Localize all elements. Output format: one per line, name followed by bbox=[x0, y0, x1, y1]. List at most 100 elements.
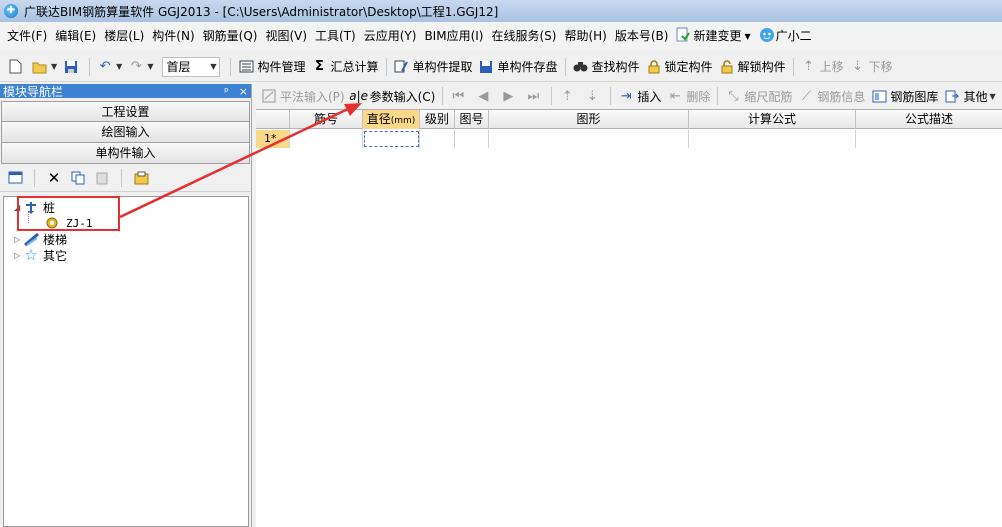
section-project-settings[interactable]: 工程设置 bbox=[1, 101, 250, 122]
menu-assistant[interactable]: 广小二 bbox=[756, 25, 815, 47]
summary-calc-button[interactable]: Σ 汇总计算 bbox=[308, 56, 381, 78]
col-header-figure-no[interactable]: 图号 bbox=[455, 110, 489, 129]
copy-icon[interactable] bbox=[69, 169, 87, 187]
nav-panel-controls: ᵖ × bbox=[224, 85, 248, 98]
move-up-button[interactable]: ⇡ 上移 bbox=[798, 56, 847, 78]
paste-icon[interactable] bbox=[93, 169, 111, 187]
arrow-down-icon: ⇣ bbox=[586, 88, 598, 104]
chevron-down-icon[interactable]: ▼ bbox=[51, 62, 57, 71]
cell-rebar-no[interactable] bbox=[290, 130, 363, 148]
row-down-button[interactable]: ⇣ bbox=[581, 85, 606, 107]
lock-component-button[interactable]: 锁定构件 bbox=[643, 56, 716, 78]
toolbar-divider bbox=[610, 87, 612, 105]
toolbar-divider bbox=[551, 87, 553, 105]
col-header-shape[interactable]: 图形 bbox=[489, 110, 689, 129]
menu-tools[interactable]: 工具(T) bbox=[312, 25, 359, 47]
close-icon[interactable]: × bbox=[239, 85, 248, 98]
menu-online-service[interactable]: 在线服务(S) bbox=[488, 25, 559, 47]
component-manage-icon bbox=[238, 59, 254, 75]
rebar-library-icon bbox=[871, 88, 887, 104]
prev-record-button[interactable]: ◀ bbox=[472, 85, 497, 107]
col-header-formula[interactable]: 计算公式 bbox=[689, 110, 856, 129]
open-file-button[interactable]: ▼ bbox=[29, 56, 60, 78]
expand-icon[interactable]: ▷ bbox=[14, 235, 23, 244]
cell-formula[interactable] bbox=[689, 130, 856, 148]
find-component-button[interactable]: 查找构件 bbox=[570, 56, 643, 78]
scale-rebar-button[interactable]: ⤡ 缩尺配筋 bbox=[722, 85, 795, 107]
menu-view[interactable]: 视图(V) bbox=[262, 25, 310, 47]
flat-input-button[interactable]: 平法输入(P) bbox=[258, 85, 348, 107]
toolbar-divider bbox=[564, 57, 566, 76]
row-header[interactable]: 1* bbox=[256, 130, 290, 148]
menu-file[interactable]: 文件(F) bbox=[4, 25, 50, 47]
arrow-up-icon: ⇡ bbox=[803, 59, 815, 74]
new-file-button[interactable] bbox=[4, 56, 29, 78]
menu-component[interactable]: 构件(N) bbox=[149, 25, 197, 47]
cell-figure-no[interactable] bbox=[455, 130, 489, 148]
folder-open-icon bbox=[32, 59, 48, 75]
menu-version[interactable]: 版本号(B) bbox=[612, 25, 672, 47]
move-down-label: 下移 bbox=[868, 60, 893, 74]
chevron-down-icon[interactable]: ▼ bbox=[147, 62, 153, 71]
menu-cloud[interactable]: 云应用(Y) bbox=[361, 25, 420, 47]
pin-icon[interactable]: ᵖ bbox=[224, 85, 229, 98]
section-drawing-input[interactable]: 绘图输入 bbox=[1, 122, 250, 143]
component-manage-button[interactable]: 构件管理 bbox=[235, 56, 308, 78]
single-save-label: 单构件存盘 bbox=[497, 60, 558, 74]
first-record-button[interactable]: ⏮ bbox=[447, 85, 472, 107]
delete-button[interactable]: ⇤ 删除 bbox=[664, 85, 713, 107]
delete-icon[interactable]: ✕ bbox=[45, 169, 63, 187]
section-single-component-input[interactable]: 单构件输入 bbox=[1, 143, 250, 164]
cell-shape[interactable] bbox=[489, 130, 689, 148]
col-header-grade[interactable]: 级别 bbox=[420, 110, 455, 129]
cell-diameter[interactable] bbox=[363, 130, 420, 148]
cell-formula-desc[interactable] bbox=[856, 130, 1002, 148]
menu-new-change[interactable]: 新建变更 ▼ bbox=[673, 25, 753, 47]
col-header-diameter[interactable]: 直径(mm) bbox=[363, 110, 420, 129]
redo-button[interactable]: ↷ ▼ bbox=[125, 56, 156, 78]
new-component-icon[interactable] bbox=[6, 169, 24, 187]
menu-help[interactable]: 帮助(H) bbox=[561, 25, 609, 47]
insert-button[interactable]: ⇥ 插入 bbox=[615, 85, 664, 107]
param-input-label: 参数输入(C) bbox=[369, 89, 436, 104]
tree-node-stairs[interactable]: ▷ 楼梯 bbox=[14, 231, 67, 247]
other-menu-button[interactable]: 其他 ▼ bbox=[941, 85, 998, 107]
nav-panel-title: 模块导航栏 bbox=[3, 84, 64, 99]
row-up-button[interactable]: ⇡ bbox=[556, 85, 581, 107]
menu-edit[interactable]: 编辑(E) bbox=[52, 25, 99, 47]
first-icon: ⏮ bbox=[452, 88, 465, 104]
chevron-down-icon: ▼ bbox=[989, 91, 996, 101]
expand-icon[interactable]: ▷ bbox=[14, 251, 23, 260]
rebar-info-button[interactable]: ⟋ 钢筋信息 bbox=[795, 85, 868, 107]
param-input-button[interactable]: a|e 参数输入(C) bbox=[348, 85, 439, 107]
next-record-button[interactable]: ▶ bbox=[497, 85, 522, 107]
chevron-down-icon[interactable]: ▼ bbox=[116, 62, 122, 71]
toolbar-divider bbox=[792, 57, 794, 76]
menu-bim[interactable]: BIM应用(I) bbox=[421, 25, 486, 47]
last-record-button[interactable]: ⏭ bbox=[522, 85, 547, 107]
annotation-highlight-box bbox=[17, 196, 120, 231]
floor-select[interactable]: 首层 ▼ bbox=[162, 56, 221, 77]
single-extract-button[interactable]: 单构件提取 bbox=[391, 56, 476, 78]
tree-node-other[interactable]: ▷ ☆ 其它 bbox=[14, 246, 67, 264]
save-icon bbox=[63, 59, 79, 75]
grid-toolbar: 平法输入(P) a|e 参数输入(C) ⏮ ◀ ▶ ⏭ ⇡ ⇣ ⇥ 插入 ⇤ 删除 ⤡… bbox=[256, 84, 1002, 108]
app-logo-icon: ✚ bbox=[4, 4, 18, 18]
cell-grade[interactable] bbox=[420, 130, 455, 148]
toolbar-divider bbox=[385, 57, 387, 76]
undo-button[interactable]: ↶ ▼ bbox=[94, 56, 125, 78]
extract-icon bbox=[394, 59, 410, 75]
save-button[interactable] bbox=[60, 56, 85, 78]
binoculars-icon bbox=[573, 59, 589, 75]
unlock-component-button[interactable]: 解锁构件 bbox=[716, 56, 789, 78]
single-save-button[interactable]: 单构件存盘 bbox=[476, 56, 561, 78]
menu-floor[interactable]: 楼层(L) bbox=[101, 25, 147, 47]
rebar-library-button[interactable]: 钢筋图库 bbox=[868, 85, 941, 107]
rebar-input-panel: 平法输入(P) a|e 参数输入(C) ⏮ ◀ ▶ ⏭ ⇡ ⇣ ⇥ 插入 ⇤ 删除 ⤡… bbox=[256, 84, 1002, 527]
move-down-button[interactable]: ⇣ 下移 bbox=[847, 56, 896, 78]
col-header-formula-desc[interactable]: 公式描述 bbox=[856, 110, 1002, 129]
component-library-icon[interactable] bbox=[132, 169, 150, 187]
scale-rebar-icon: ⤡ bbox=[728, 88, 739, 104]
col-header-rebar-no[interactable]: 筋号 bbox=[290, 110, 363, 129]
menu-rebar-quantity[interactable]: 钢筋量(Q) bbox=[200, 25, 261, 47]
